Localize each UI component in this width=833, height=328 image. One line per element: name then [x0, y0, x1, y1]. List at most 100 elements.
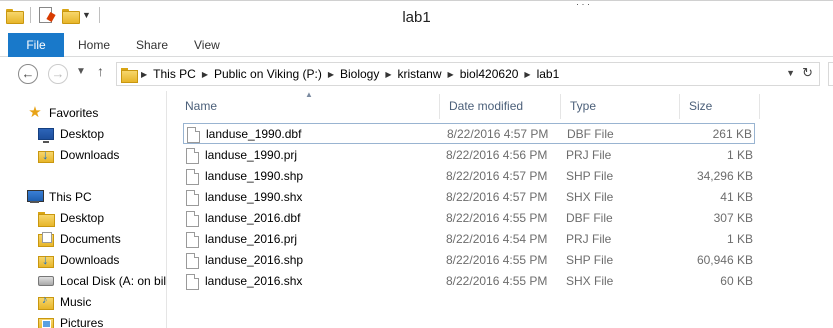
file-row[interactable]: landuse_2016.shp 8/22/2016 4:55 PM SHP F… — [183, 250, 755, 271]
nav-item-label: Downloads — [60, 253, 120, 267]
file-date: 8/22/2016 4:55 PM — [446, 253, 548, 267]
file-size: 261 KB — [712, 127, 752, 141]
disk-icon — [38, 276, 54, 286]
file-row[interactable]: landuse_2016.prj 8/22/2016 4:54 PM PRJ F… — [183, 229, 755, 250]
tab-home[interactable]: Home — [78, 33, 110, 57]
breadcrumb-kristanw[interactable]: kristanw — [392, 67, 448, 81]
file-name: landuse_1990.shx — [205, 190, 303, 204]
forward-arrow-icon: → — [51, 66, 65, 81]
file-name: landuse_2016.shp — [205, 253, 304, 267]
desktop-icon — [38, 128, 54, 143]
file-name: landuse_1990.shp — [205, 169, 304, 183]
title-bar: ▼ · · · lab1 — [0, 0, 833, 33]
file-size: 1 KB — [726, 232, 753, 246]
address-bar[interactable]: ▶ This PC ▶ Public on Viking (P:) ▶ Biol… — [116, 62, 820, 86]
nav-item-local-disk[interactable]: Local Disk (A: on bill — [38, 271, 167, 291]
nav-item-desktop-pc[interactable]: Desktop — [38, 208, 104, 228]
nav-item-label: Documents — [60, 232, 121, 246]
file-type: PRJ File — [566, 232, 612, 246]
file-row[interactable]: landuse_1990.shp 8/22/2016 4:57 PM SHP F… — [183, 166, 755, 187]
address-dropdown-icon[interactable]: ▼ — [786, 68, 795, 78]
nav-item-label: Music — [60, 295, 92, 309]
file-size: 41 KB — [720, 190, 753, 204]
nav-item-label: Pictures — [60, 316, 104, 328]
file-name: landuse_1990.prj — [205, 148, 298, 162]
window-title: lab1 — [402, 9, 431, 26]
breadcrumb-public-drive[interactable]: Public on Viking (P:) — [208, 67, 328, 81]
file-row[interactable]: landuse_2016.dbf 8/22/2016 4:55 PM DBF F… — [183, 208, 755, 229]
file-row[interactable]: landuse_1990.shx 8/22/2016 4:57 PM SHX F… — [183, 187, 755, 208]
file-date: 8/22/2016 4:55 PM — [446, 274, 548, 288]
breadcrumb: ▶ This PC ▶ Public on Viking (P:) ▶ Biol… — [141, 63, 565, 85]
file-row[interactable]: landuse_1990.dbf 8/22/2016 4:57 PM DBF F… — [183, 123, 755, 144]
file-icon — [186, 274, 199, 290]
column-header-type[interactable]: Type — [561, 94, 680, 119]
file-type: SHP File — [566, 253, 614, 267]
breadcrumb-lab1[interactable]: lab1 — [531, 67, 566, 81]
file-date: 8/22/2016 4:55 PM — [446, 211, 548, 225]
file-size: 307 KB — [713, 211, 753, 225]
nav-item-favorites[interactable]: ★ Favorites — [27, 103, 98, 123]
address-row: ← → ▼ ↑ ▶ This PC ▶ Public on Viking (P:… — [0, 57, 833, 91]
file-type: DBF File — [567, 127, 614, 141]
nav-item-this-pc[interactable]: This PC — [27, 187, 92, 207]
breadcrumb-biology[interactable]: Biology — [334, 67, 385, 81]
nav-item-label: Downloads — [60, 148, 120, 162]
file-type: SHX File — [566, 190, 614, 204]
file-icon — [186, 211, 199, 227]
file-date: 8/22/2016 4:57 PM — [447, 127, 549, 141]
nav-item-label: Local Disk (A: on bill — [60, 274, 167, 288]
file-name: landuse_2016.prj — [205, 232, 298, 246]
file-type: SHX File — [566, 274, 614, 288]
tab-view[interactable]: View — [194, 33, 220, 57]
navigation-pane: ★ Favorites Desktop Downloads This PC De… — [0, 91, 167, 328]
file-icon — [186, 169, 199, 185]
nav-item-music[interactable]: Music — [38, 292, 91, 312]
file-type: DBF File — [566, 211, 613, 225]
file-icon — [187, 127, 200, 143]
column-header-date-modified[interactable]: Date modified — [440, 94, 561, 119]
file-name: landuse_1990.dbf — [206, 127, 302, 141]
breadcrumb-biol420620[interactable]: biol420620 — [454, 67, 525, 81]
nav-item-downloads[interactable]: Downloads — [38, 145, 119, 165]
back-button[interactable]: ← — [18, 64, 38, 84]
file-icon — [186, 253, 199, 269]
downloads-folder-icon — [38, 148, 54, 163]
file-type: SHP File — [566, 169, 614, 183]
file-date: 8/22/2016 4:54 PM — [446, 232, 548, 246]
column-headers: ▲ Name Date modified Type Size — [176, 90, 760, 119]
recent-locations-dropdown-icon[interactable]: ▼ — [76, 66, 86, 77]
search-input[interactable] — [828, 62, 833, 86]
pictures-folder-icon — [38, 316, 54, 328]
file-name: landuse_2016.dbf — [205, 211, 301, 225]
up-button[interactable]: ↑ — [97, 63, 104, 79]
nav-item-label: Desktop — [60, 211, 105, 225]
drag-marks: · · · — [576, 0, 590, 9]
column-header-size[interactable]: Size — [680, 94, 760, 119]
star-icon: ★ — [28, 104, 42, 121]
file-type: PRJ File — [566, 148, 612, 162]
computer-icon — [27, 190, 44, 204]
nav-item-downloads-pc[interactable]: Downloads — [38, 250, 119, 270]
back-arrow-icon: ← — [21, 66, 35, 81]
tab-file[interactable]: File — [8, 33, 64, 57]
tab-share[interactable]: Share — [136, 33, 168, 57]
nav-item-pictures[interactable]: Pictures — [38, 313, 103, 328]
file-row[interactable]: landuse_2016.shx 8/22/2016 4:55 PM SHX F… — [183, 271, 755, 292]
file-icon — [186, 232, 199, 248]
breadcrumb-this-pc[interactable]: This PC — [147, 67, 202, 81]
column-header-name[interactable]: Name — [176, 94, 440, 119]
music-folder-icon — [38, 294, 54, 310]
file-name: landuse_2016.shx — [205, 274, 303, 288]
nav-item-label: Favorites — [49, 106, 99, 120]
nav-item-desktop[interactable]: Desktop — [38, 124, 104, 144]
refresh-icon[interactable]: ↻ — [802, 65, 813, 81]
file-date: 8/22/2016 4:56 PM — [446, 148, 548, 162]
nav-item-documents[interactable]: Documents — [38, 229, 121, 249]
file-row[interactable]: landuse_1990.prj 8/22/2016 4:56 PM PRJ F… — [183, 145, 755, 166]
file-date: 8/22/2016 4:57 PM — [446, 190, 548, 204]
file-date: 8/22/2016 4:57 PM — [446, 169, 548, 183]
file-icon — [186, 148, 199, 164]
forward-button[interactable]: → — [48, 64, 68, 84]
file-list: ▲ Name Date modified Type Size landuse_1… — [176, 90, 833, 328]
